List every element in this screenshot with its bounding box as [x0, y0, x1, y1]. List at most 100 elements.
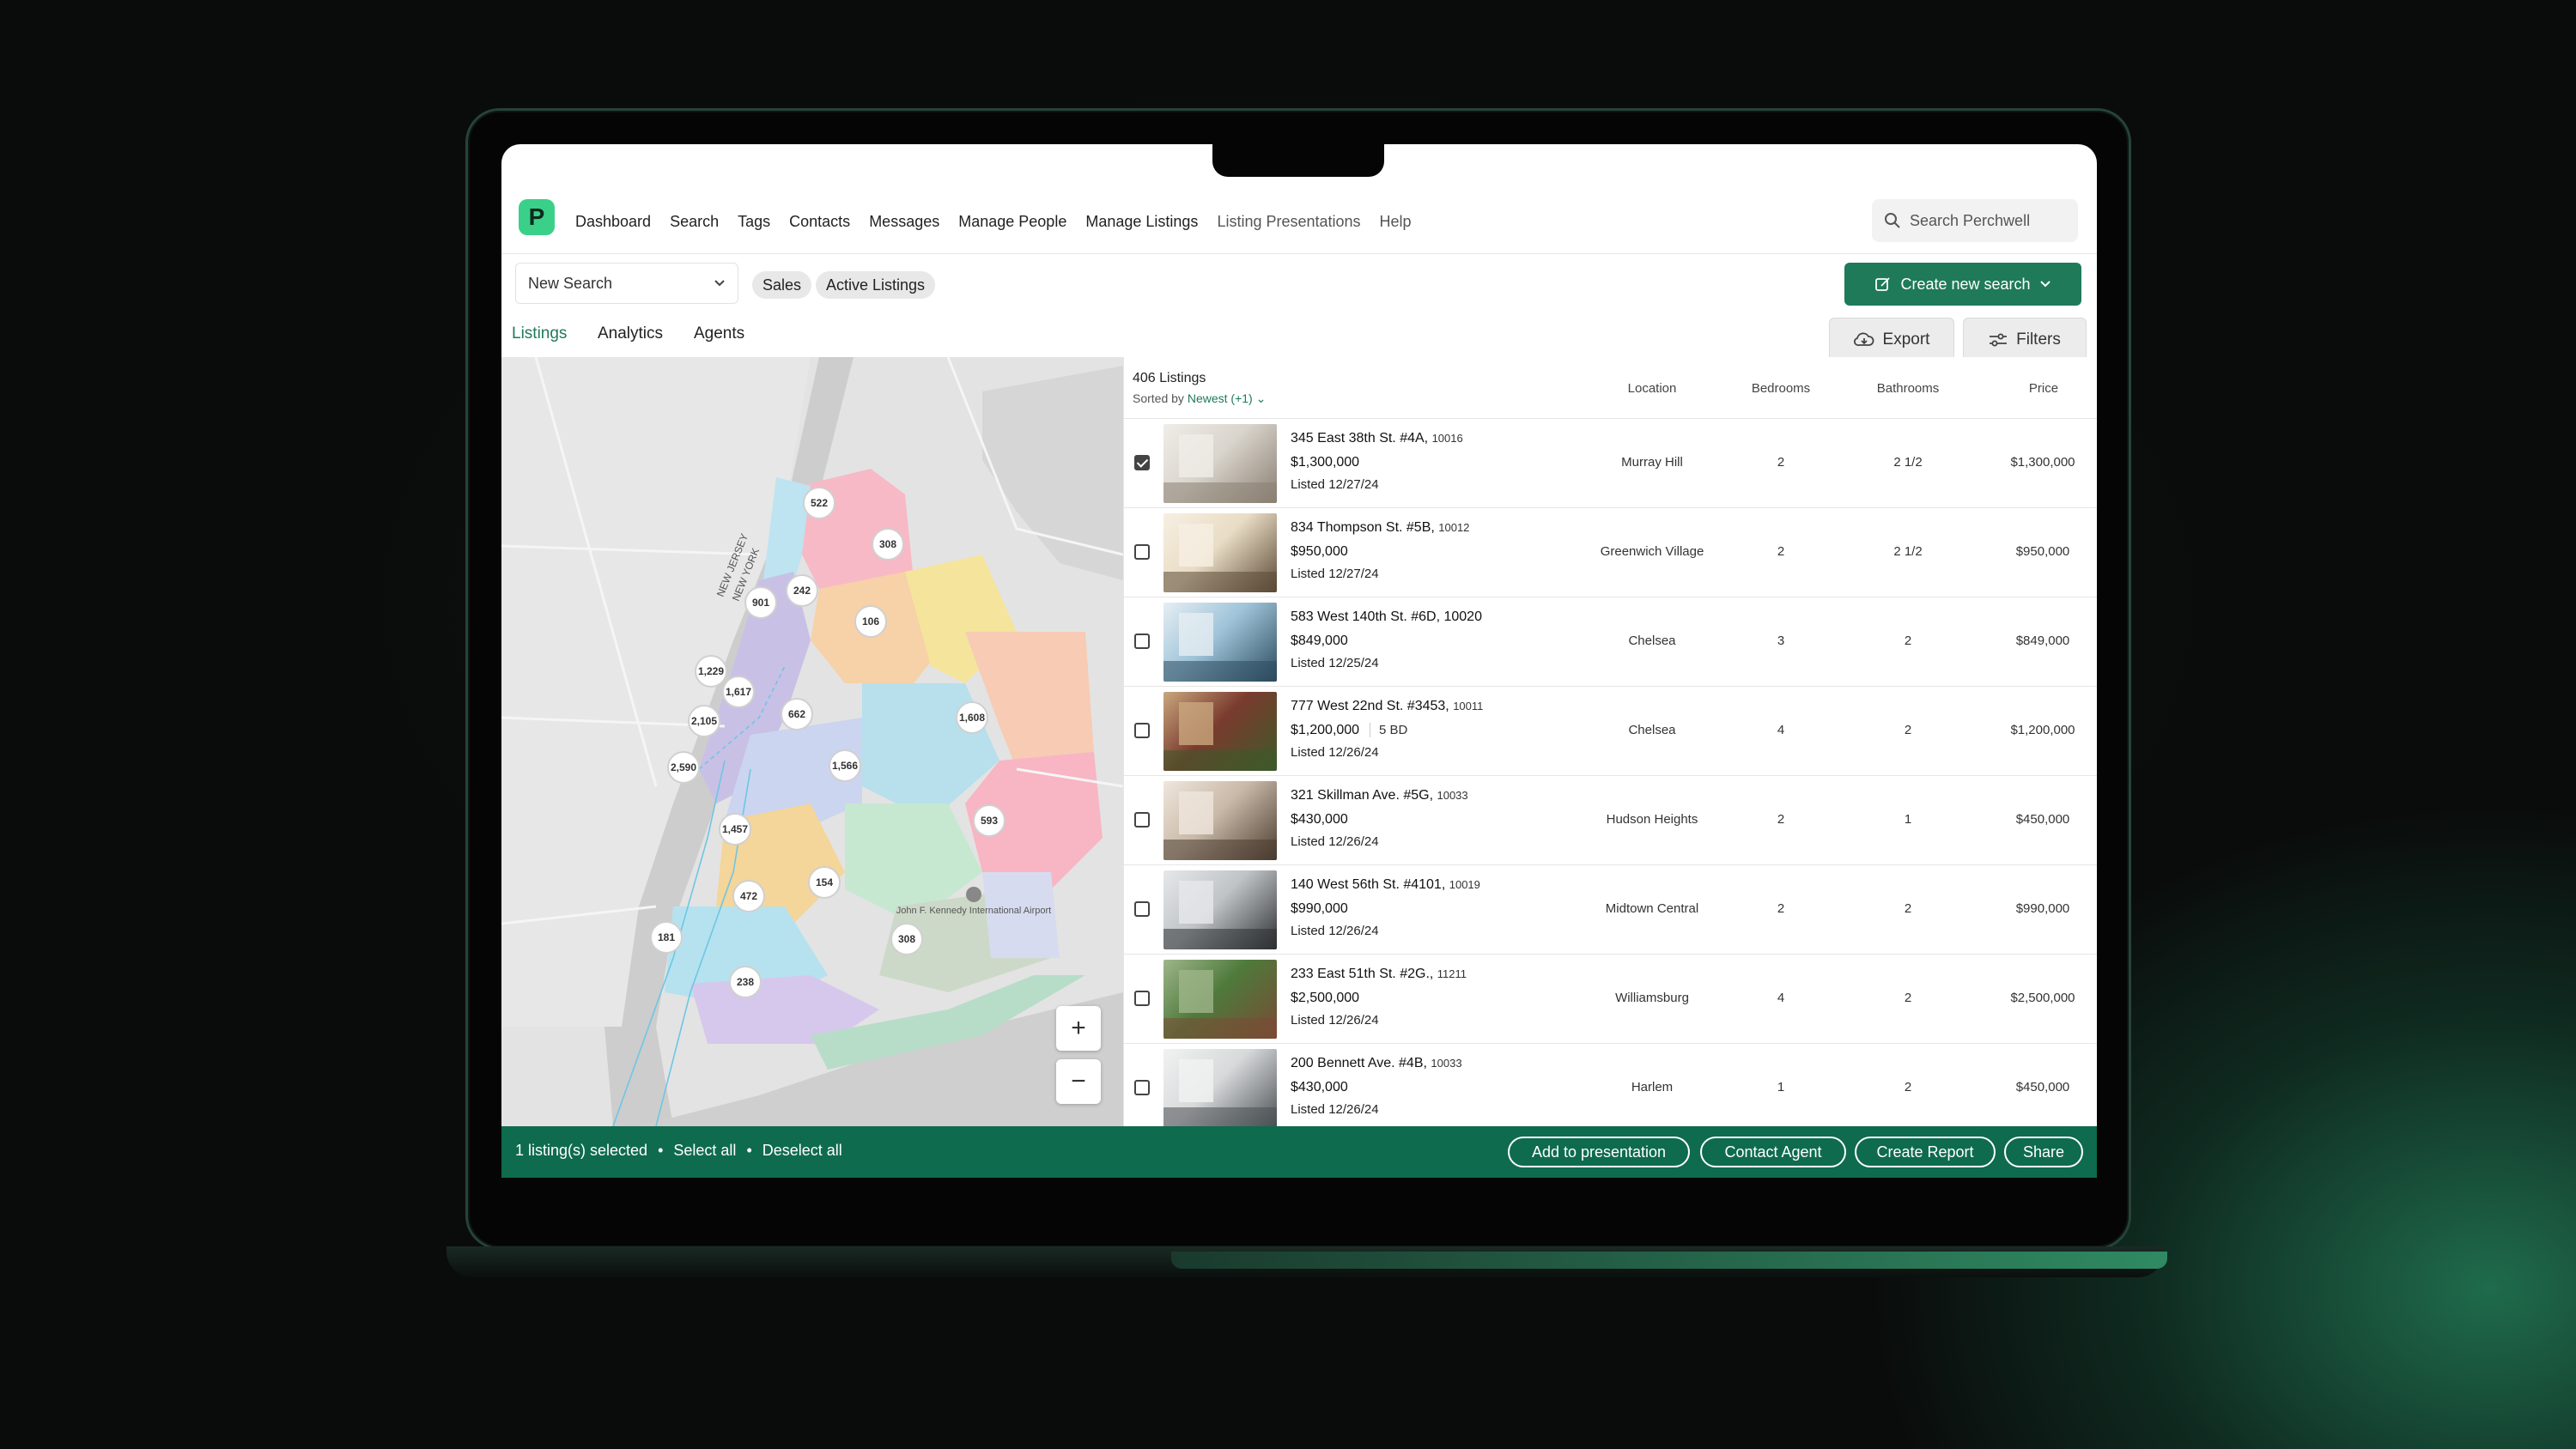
nav-messages[interactable]: Messages — [869, 213, 939, 231]
listing-price: $1,300,000 — [1291, 455, 1360, 470]
table-row[interactable]: 140 West 56th St. #4101, 10019 $990,000 Li… — [1124, 865, 2097, 955]
column-price[interactable]: Price — [1996, 381, 2091, 396]
zoom-out-button[interactable]: − — [1056, 1059, 1101, 1104]
sort-control[interactable]: Sorted by Newest (+1) ⌄ — [1133, 391, 1266, 406]
map-cluster-marker[interactable]: 181 — [650, 921, 683, 954]
global-search-input[interactable]: Search Perchwell — [1872, 199, 2078, 242]
listing-photo[interactable] — [1163, 424, 1277, 503]
table-row[interactable]: 583 West 140th St. #6D, 10020 $849,000 Li… — [1124, 597, 2097, 687]
cell-location: Murray Hill — [1621, 455, 1683, 470]
tab-listings[interactable]: Listings — [512, 324, 567, 343]
row-checkbox[interactable] — [1134, 991, 1150, 1006]
saved-search-select[interactable]: New Search — [515, 263, 738, 304]
map-cluster-marker[interactable]: 238 — [729, 966, 762, 998]
map-cluster-marker[interactable]: 662 — [781, 698, 813, 731]
filter-chip-sales[interactable]: Sales — [752, 271, 812, 299]
share-button[interactable]: Share — [2004, 1137, 2083, 1167]
listing-address[interactable]: 233 East 51th St. #2G., 11211 — [1291, 967, 1467, 982]
listing-address[interactable]: 345 East 38th St. #4A, 10016 — [1291, 431, 1463, 446]
cloud-download-icon — [1853, 332, 1874, 346]
create-new-search-button[interactable]: Create new search — [1844, 263, 2081, 306]
listing-address[interactable]: 777 West 22nd St. #3453, 10011 — [1291, 699, 1483, 714]
map-cluster-marker[interactable]: 308 — [872, 528, 904, 561]
sort-label: Sorted by — [1133, 391, 1184, 405]
column-bedrooms[interactable]: Bedrooms — [1734, 381, 1828, 396]
photo-floor — [1163, 1107, 1277, 1126]
deselect-all-link[interactable]: Deselect all — [762, 1142, 842, 1160]
listing-photo[interactable] — [1163, 603, 1277, 682]
map-cluster-marker[interactable]: 472 — [732, 880, 765, 912]
listing-address[interactable]: 834 Thompson St. #5B, 10012 — [1291, 520, 1469, 536]
map-cluster-marker[interactable]: 901 — [744, 586, 777, 619]
listing-photo[interactable] — [1163, 692, 1277, 771]
map-cluster-marker[interactable]: 522 — [803, 487, 835, 519]
contact-agent-button[interactable]: Contact Agent — [1700, 1137, 1846, 1167]
table-row[interactable]: 233 East 51th St. #2G., 11211 $2,500,000 L… — [1124, 955, 2097, 1044]
nav-tags[interactable]: Tags — [738, 213, 770, 231]
map-cluster-marker[interactable]: 593 — [973, 804, 1005, 837]
column-location[interactable]: Location — [1605, 381, 1699, 396]
row-checkbox[interactable] — [1134, 812, 1150, 828]
map-cluster-marker[interactable]: 308 — [890, 923, 923, 955]
listing-address[interactable]: 321 Skillman Ave. #5G, 10033 — [1291, 788, 1468, 803]
listing-photo[interactable] — [1163, 960, 1277, 1039]
row-checkbox[interactable] — [1134, 634, 1150, 649]
filters-button[interactable]: Filters — [1963, 318, 2087, 362]
row-checkbox[interactable] — [1134, 901, 1150, 917]
nav-manage-people[interactable]: Manage People — [958, 213, 1066, 231]
sort-value[interactable]: Newest (+1) — [1188, 391, 1253, 405]
tab-analytics[interactable]: Analytics — [598, 324, 663, 343]
table-row[interactable]: 200 Bennett Ave. #4B, 10033 $430,000 Liste… — [1124, 1044, 2097, 1126]
listing-address[interactable]: 140 West 56th St. #4101, 10019 — [1291, 877, 1480, 893]
cell-bathrooms: 2 — [1904, 991, 1912, 1005]
map-cluster-marker[interactable]: 2,590 — [667, 751, 700, 784]
nav-help[interactable]: Help — [1380, 213, 1412, 231]
nav-listing-presentations[interactable]: Listing Presentations — [1217, 213, 1360, 231]
row-checkbox[interactable] — [1134, 723, 1150, 738]
map-cluster-marker[interactable]: 1,608 — [956, 701, 988, 734]
table-row[interactable]: 345 East 38th St. #4A, 10016 $1,300,000 Li… — [1124, 419, 2097, 508]
map-cluster-marker[interactable]: 2,105 — [688, 705, 720, 737]
select-all-link[interactable]: Select all — [673, 1142, 736, 1160]
row-checkbox[interactable] — [1134, 1080, 1150, 1095]
filter-chip-active-listings[interactable]: Active Listings — [816, 271, 936, 299]
map-cluster-marker[interactable]: 1,566 — [829, 749, 861, 782]
listing-photo[interactable] — [1163, 513, 1277, 592]
bedroom-tag: 5 BD — [1370, 723, 1407, 737]
listing-photo[interactable] — [1163, 781, 1277, 860]
saved-search-value: New Search — [528, 274, 613, 292]
nav-search[interactable]: Search — [670, 213, 719, 231]
column-bathrooms[interactable]: Bathrooms — [1861, 381, 1955, 396]
listing-address[interactable]: 200 Bennett Ave. #4B, 10033 — [1291, 1056, 1462, 1071]
listed-date: Listed 12/27/24 — [1291, 477, 1379, 492]
perchwell-logo[interactable]: P — [519, 199, 555, 235]
map-cluster-marker[interactable]: 1,229 — [695, 655, 727, 688]
map-cluster-marker[interactable]: 154 — [808, 866, 841, 899]
table-row[interactable]: 321 Skillman Ave. #5G, 10033 $430,000 List… — [1124, 776, 2097, 865]
tab-agents[interactable]: Agents — [694, 324, 744, 343]
zip-code: 10019 — [1449, 878, 1480, 891]
listing-address[interactable]: 583 West 140th St. #6D, 10020 — [1291, 609, 1482, 625]
map-cluster-marker[interactable]: 106 — [854, 605, 887, 638]
listings-map[interactable]: NEW JERSEY NEW YORK John F. Kennedy Inte… — [501, 357, 1123, 1126]
nav-dashboard[interactable]: Dashboard — [575, 213, 651, 231]
map-cluster-marker[interactable]: 1,457 — [719, 813, 751, 846]
create-report-button[interactable]: Create Report — [1855, 1137, 1996, 1167]
map-cluster-marker[interactable]: 242 — [786, 574, 818, 607]
add-to-presentation-button[interactable]: Add to presentation — [1508, 1137, 1690, 1167]
selection-summary: 1 listing(s) selected • Select all • Des… — [515, 1142, 842, 1160]
map-cluster-marker[interactable]: 1,617 — [722, 676, 755, 708]
listing-photo[interactable] — [1163, 1049, 1277, 1126]
table-row[interactable]: 777 West 22nd St. #3453, 10011 $1,200,000… — [1124, 687, 2097, 776]
cell-bedrooms: 1 — [1777, 1080, 1785, 1094]
export-button[interactable]: Export — [1829, 318, 1954, 362]
listing-photo[interactable] — [1163, 870, 1277, 949]
nav-contacts[interactable]: Contacts — [789, 213, 850, 231]
table-row[interactable]: 834 Thompson St. #5B, 10012 $950,000 Liste… — [1124, 508, 2097, 597]
nav-manage-listings[interactable]: Manage Listings — [1085, 213, 1198, 231]
zoom-in-button[interactable]: + — [1056, 1006, 1101, 1051]
row-checkbox[interactable] — [1134, 544, 1150, 560]
filters-label: Filters — [2016, 330, 2061, 349]
cell-bedrooms: 4 — [1777, 723, 1785, 737]
row-checkbox[interactable] — [1134, 455, 1150, 470]
